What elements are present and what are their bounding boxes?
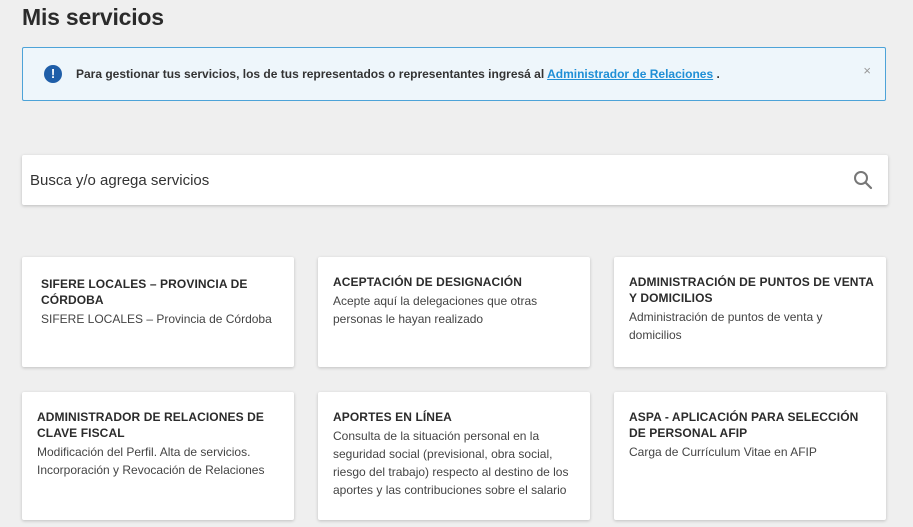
- info-icon: !: [44, 65, 62, 83]
- alert-text: Para gestionar tus servicios, los de tus…: [76, 67, 545, 81]
- service-card-admin-relaciones[interactable]: ADMINISTRADOR DE RELACIONES DE CLAVE FIS…: [22, 392, 294, 520]
- card-description: Consulta de la situación personal en la …: [333, 429, 569, 497]
- alert-message: Para gestionar tus servicios, los de tus…: [76, 67, 720, 81]
- service-card-aceptacion[interactable]: ACEPTACIÓN DE DESIGNACIÓN Acepte aquí la…: [318, 257, 590, 367]
- search-box: [22, 155, 888, 205]
- card-title: ADMINISTRACIÓN DE PUNTOS DE VENTA Y DOMI…: [629, 275, 874, 305]
- relations-admin-link[interactable]: Administrador de Relaciones: [547, 67, 713, 81]
- card-title: APORTES EN LÍNEA: [333, 410, 452, 424]
- service-card-aportes[interactable]: APORTES EN LÍNEA Consulta de la situació…: [318, 392, 590, 520]
- search-input[interactable]: [22, 155, 822, 205]
- service-card-sifere[interactable]: SIFERE LOCALES – PROVINCIA DE CÓRDOBA SI…: [22, 257, 294, 367]
- alert-suffix: .: [716, 67, 720, 81]
- card-description: Carga de Currículum Vitae en AFIP: [629, 445, 817, 459]
- card-title: ASPA - APLICACIÓN PARA SELECCIÓN DE PERS…: [629, 410, 859, 440]
- close-icon[interactable]: ×: [863, 63, 871, 78]
- card-description: SIFERE LOCALES – Provincia de Córdoba: [41, 312, 272, 326]
- card-title: ACEPTACIÓN DE DESIGNACIÓN: [333, 275, 522, 289]
- search-icon[interactable]: [853, 170, 873, 190]
- card-title: SIFERE LOCALES – PROVINCIA DE CÓRDOBA: [41, 277, 248, 307]
- service-card-aspa[interactable]: ASPA - APLICACIÓN PARA SELECCIÓN DE PERS…: [614, 392, 886, 520]
- card-description: Modificación del Perfil. Alta de servici…: [37, 445, 265, 477]
- page-title: Mis servicios: [22, 4, 164, 30]
- card-title: ADMINISTRADOR DE RELACIONES DE CLAVE FIS…: [37, 410, 265, 440]
- service-card-puntos-venta[interactable]: ADMINISTRACIÓN DE PUNTOS DE VENTA Y DOMI…: [614, 257, 886, 367]
- card-description: Acepte aquí la delegaciones que otras pe…: [333, 294, 538, 326]
- card-description: Administración de puntos de venta y domi…: [629, 310, 823, 342]
- info-alert: ! Para gestionar tus servicios, los de t…: [22, 47, 886, 101]
